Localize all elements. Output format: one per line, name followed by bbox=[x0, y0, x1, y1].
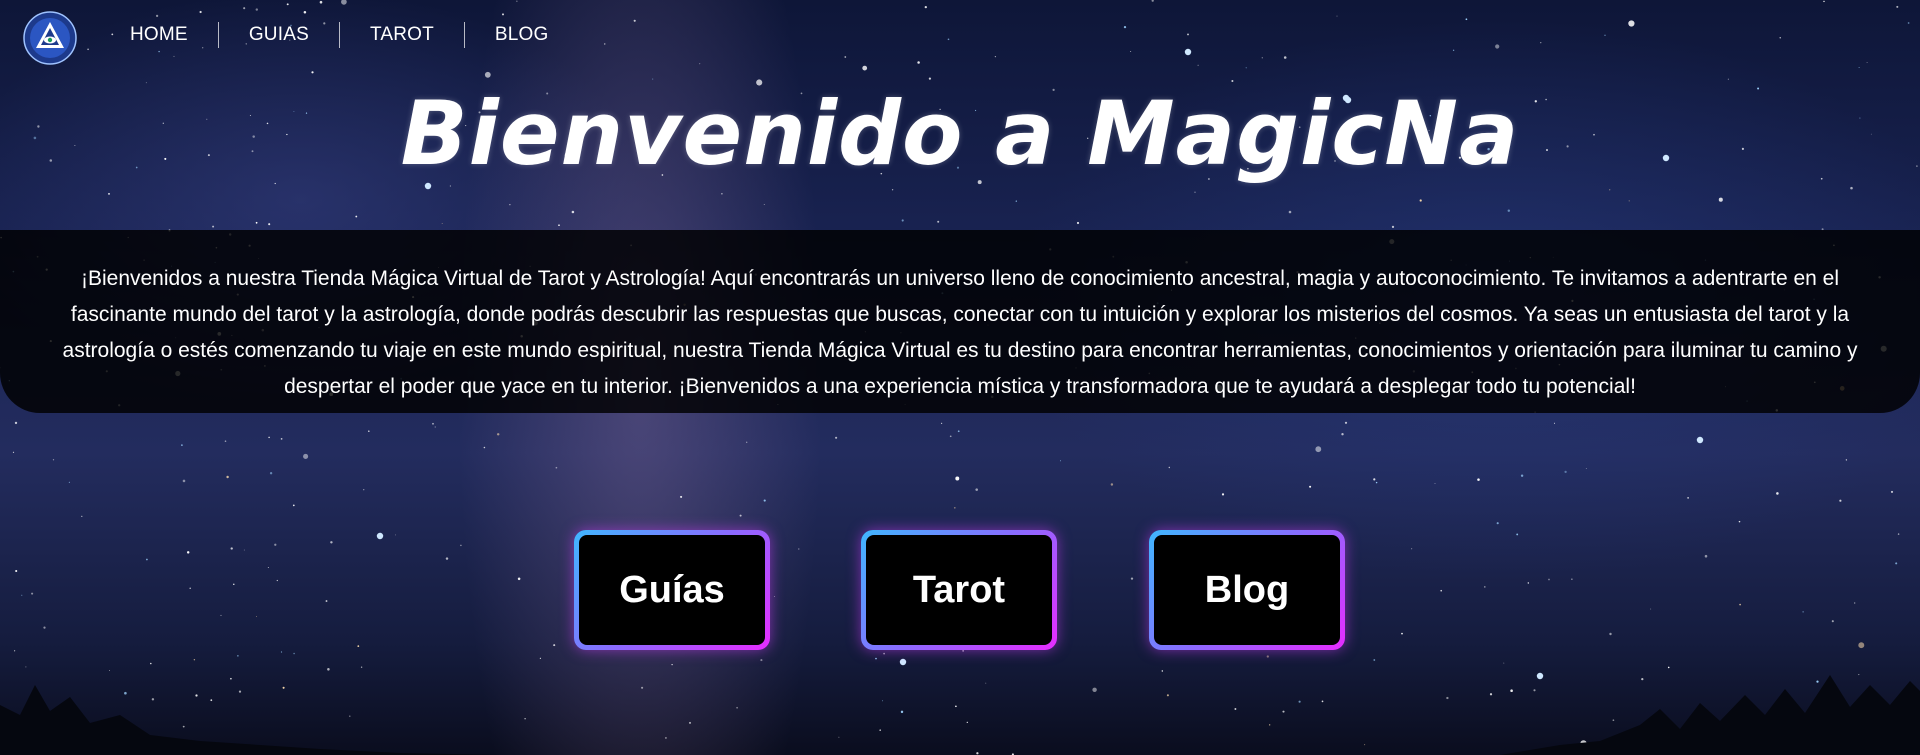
page-title: Bienvenido a MagicNa bbox=[400, 82, 1520, 185]
intro-text: ¡Bienvenidos a nuestra Tienda Mágica Vir… bbox=[62, 267, 1858, 398]
nav-links: HOME GUIAS TAROT BLOG bbox=[110, 22, 579, 48]
nav-guias-link[interactable]: GUIAS bbox=[219, 22, 339, 48]
top-navigation: HOME GUIAS TAROT BLOG bbox=[0, 0, 1920, 72]
nav-home-link[interactable]: HOME bbox=[110, 22, 218, 48]
blog-button-label: Blog bbox=[1154, 535, 1340, 645]
tarot-button-label: Tarot bbox=[866, 535, 1052, 645]
blog-button[interactable]: Blog bbox=[1149, 530, 1345, 650]
guias-button[interactable]: Guías bbox=[574, 530, 770, 650]
nav-tarot-link[interactable]: TAROT bbox=[340, 22, 464, 48]
forest-silhouette bbox=[0, 675, 1920, 755]
magicna-logo[interactable] bbox=[20, 6, 80, 66]
intro-panel: ¡Bienvenidos a nuestra Tienda Mágica Vir… bbox=[0, 230, 1920, 413]
guias-button-label: Guías bbox=[579, 535, 765, 645]
tarot-button[interactable]: Tarot bbox=[861, 530, 1057, 650]
nav-blog-link[interactable]: BLOG bbox=[465, 22, 579, 48]
page: HOME GUIAS TAROT BLOG Bienvenido a Magic… bbox=[0, 0, 1920, 755]
